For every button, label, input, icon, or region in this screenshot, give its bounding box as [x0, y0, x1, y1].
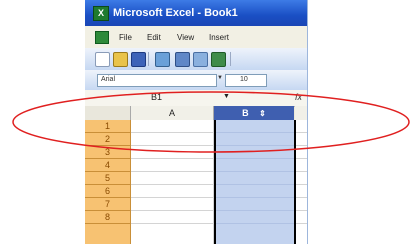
row-header[interactable]: 8 — [85, 211, 131, 224]
cell-a8[interactable] — [131, 211, 214, 224]
print-icon[interactable] — [175, 52, 190, 67]
toolbar-separator — [230, 52, 231, 66]
excel-icon[interactable]: X — [93, 6, 109, 21]
row-header[interactable] — [85, 224, 131, 244]
cell-a4[interactable] — [131, 159, 214, 172]
menu-insert[interactable]: Insert — [209, 33, 229, 42]
cell-c9[interactable] — [295, 224, 307, 244]
cell-c6[interactable] — [295, 185, 307, 198]
toolbar-separator — [148, 52, 149, 66]
highlight-ring — [12, 91, 410, 153]
workbook-icon[interactable] — [95, 31, 109, 44]
cell-c7[interactable] — [295, 198, 307, 211]
row-header[interactable]: 4 — [85, 159, 131, 172]
row-header[interactable]: 6 — [85, 185, 131, 198]
row-header[interactable]: 7 — [85, 198, 131, 211]
spelling-icon[interactable] — [211, 52, 226, 67]
menu-file[interactable]: File — [119, 33, 132, 42]
font-size-value: 10 — [240, 76, 248, 83]
menu-bar: File Edit View Insert — [85, 26, 307, 49]
annotation-ellipse — [12, 91, 410, 153]
cell-a7[interactable] — [131, 198, 214, 211]
menu-edit[interactable]: Edit — [147, 33, 161, 42]
new-icon[interactable] — [95, 52, 110, 67]
cell-a5[interactable] — [131, 172, 214, 185]
standard-toolbar — [85, 48, 307, 71]
cell-c4[interactable] — [295, 159, 307, 172]
save-icon[interactable] — [131, 52, 146, 67]
cell-a9[interactable] — [131, 224, 214, 244]
cell-a6[interactable] — [131, 185, 214, 198]
print-preview-icon[interactable] — [193, 52, 208, 67]
cell-c8[interactable] — [295, 211, 307, 224]
chevron-down-icon[interactable]: ▼ — [217, 75, 223, 81]
window-title: Microsoft Excel - Book1 — [113, 7, 238, 19]
cell-c5[interactable] — [295, 172, 307, 185]
menu-view[interactable]: View — [177, 33, 194, 42]
title-bar: X Microsoft Excel - Book1 — [85, 0, 307, 26]
open-icon[interactable] — [113, 52, 128, 67]
font-name-value: Arial — [101, 76, 116, 83]
permission-icon[interactable] — [155, 52, 170, 67]
row-header[interactable]: 5 — [85, 172, 131, 185]
